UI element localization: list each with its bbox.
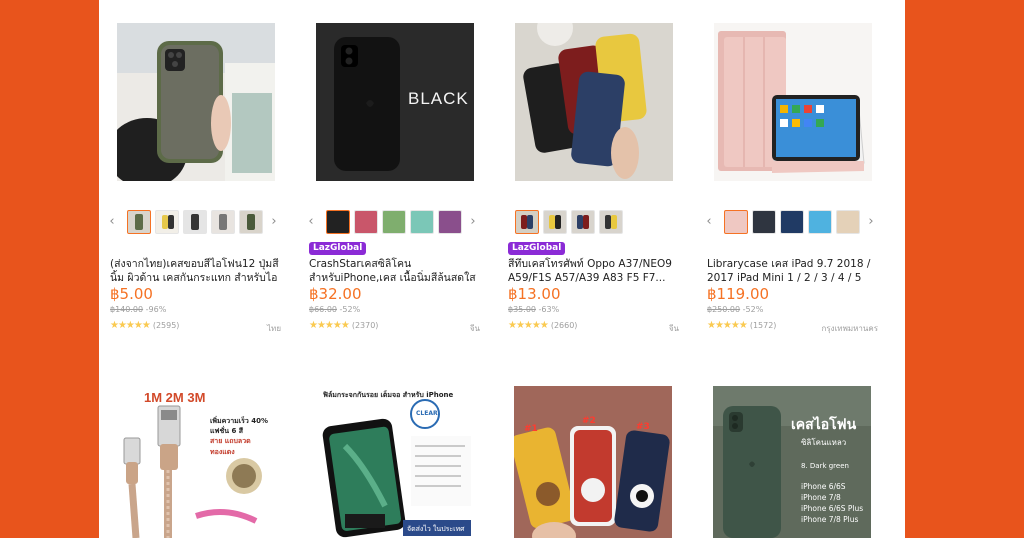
case-label-1: #1 (524, 424, 538, 434)
product-image-cable[interactable]: 1M 2M 3M เพิ่มความเร็ว 40% แฟชั่น 6 สี ส… (116, 386, 274, 538)
seller-location: จีน (469, 324, 480, 333)
review-count: (2370) (351, 321, 379, 330)
strikethrough-price: ฿140.00 (110, 305, 144, 314)
product-image-bear-cases[interactable]: #1 #2 #3 (514, 386, 672, 538)
model-item: iPhone 6/6S Plus (801, 504, 864, 513)
case-label-2: #2 (582, 416, 596, 426)
carousel-prev-arrow[interactable]: ‹ (107, 214, 117, 229)
seller-location: ไทย (267, 324, 281, 333)
carousel-next-arrow[interactable]: › (468, 214, 478, 229)
strikethrough-price: ฿35.00 (508, 305, 536, 314)
green-case-subtitle: ซิลิโคนแหลว (801, 438, 847, 447)
film-tag: จัดส่งไว ในประเทศ (407, 525, 465, 533)
thumbnail-carousel: ‹ › (704, 210, 880, 236)
model-item: iPhone 7/8 (801, 493, 841, 502)
rating: ★★★★★ (1572) (707, 320, 776, 331)
carousel-prev-arrow[interactable]: ‹ (306, 214, 316, 229)
review-count: (2595) (152, 321, 180, 330)
model-item: iPhone 6/6S (801, 482, 846, 491)
lazglobal-badge: LazGlobal (309, 242, 367, 255)
product-image[interactable] (117, 23, 275, 181)
discount-percent: -52% (339, 305, 361, 314)
discount-percent: -63% (538, 305, 560, 314)
star-icons: ★★★★★ (110, 320, 151, 331)
rating: ★★★★★ (2660) (508, 320, 577, 331)
product-title[interactable]: (ส่งจากไทย)เคสขอบสีไอโฟน12 ปุ่มสีนิ้ม ผิ… (110, 257, 282, 285)
thumbnail[interactable] (183, 210, 207, 234)
product-price: ฿32.00 (309, 285, 362, 303)
strikethrough-price: ฿66.00 (309, 305, 337, 314)
product-price: ฿5.00 (110, 285, 153, 303)
thumbnail[interactable] (543, 210, 567, 234)
thumbnail-carousel: ‹ › (107, 210, 283, 236)
star-icons: ★★★★★ (707, 320, 748, 331)
thumbnail[interactable] (155, 210, 179, 234)
rating: ★★★★★ (2595) (110, 320, 179, 331)
discount-percent: -52% (742, 305, 764, 314)
seller-location: จีน (668, 324, 679, 333)
thumbnail-carousel: ‹ › (306, 210, 482, 236)
star-icons: ★★★★★ (508, 320, 549, 331)
rating: ★★★★★ (2370) (309, 320, 378, 331)
original-price: ฿35.00 -63% (508, 305, 559, 314)
thumbnail[interactable] (752, 210, 776, 234)
thumbnail[interactable] (127, 210, 151, 234)
product-title[interactable]: สีทึบเคสโทรศัพท์ Oppo A37/NEO9 A59/F1S A… (508, 257, 680, 285)
product-title[interactable]: CrashStarเคสซิลิโคนสำหรับiPhone,เคส เนื้… (309, 257, 481, 285)
film-brand: CLEAR (416, 410, 438, 417)
star-icons: ★★★★★ (309, 320, 350, 331)
product-title[interactable]: Librarycase เคส iPad 9.7 2018 / 2017 iPa… (707, 257, 879, 285)
seller-location: กรุงเทพมหานคร (821, 324, 878, 333)
carousel-prev-arrow[interactable]: ‹ (704, 214, 714, 229)
thumbnail[interactable] (599, 210, 623, 234)
thumbnail[interactable] (571, 210, 595, 234)
product-image[interactable]: BLACK (316, 23, 474, 181)
thumbnail[interactable] (211, 210, 235, 234)
original-price: ฿250.00 -52% (707, 305, 763, 314)
strikethrough-price: ฿250.00 (707, 305, 741, 314)
thumbnail[interactable] (724, 210, 748, 234)
product-price: ฿13.00 (508, 285, 561, 303)
green-case-color: 8. Dark green (801, 462, 849, 470)
product-image[interactable] (714, 23, 872, 181)
thumbnail[interactable] (515, 210, 539, 234)
carousel-next-arrow[interactable]: › (269, 214, 279, 229)
thumbnail[interactable] (808, 210, 832, 234)
model-item: iPhone 7/8 Plus (801, 515, 859, 524)
product-card[interactable]: ‹ LazGlobal สีทึบเคสโทรศัพท์ Oppo A37/NE… (497, 0, 679, 340)
case-label-3: #3 (636, 422, 650, 432)
green-case-title: เคสไอโฟน (791, 417, 857, 433)
product-price: ฿119.00 (707, 285, 770, 303)
product-card[interactable]: ‹ › Librarycase เคส iPad 9.7 2018 / 2017… (696, 0, 878, 340)
product-card[interactable]: ‹ › (ส่งจากไทย)เคสขอบสีไอโฟน12 ปุ่มสีนิ้… (99, 0, 281, 340)
thumbnail[interactable] (438, 210, 462, 234)
thumbnail[interactable] (326, 210, 350, 234)
product-listing-panel: ‹ › (ส่งจากไทย)เคสขอบสีไอโฟน12 ปุ่มสีนิ้… (99, 0, 905, 538)
product-image-green-case[interactable]: เคสไอโฟน ซิลิโคนแหลว 8. Dark green iPhon… (713, 386, 871, 538)
product-card[interactable]: BLACK ‹ › LazGlobal CrashStarเคสซิลิโคนส… (298, 0, 480, 340)
thumbnail[interactable] (836, 210, 860, 234)
product-image-screen-film[interactable]: ฟิล์มกระจกกันรอย เต็มจอ สำหรับ iPhone CL… (315, 386, 473, 538)
product-image[interactable] (515, 23, 673, 181)
thumbnail[interactable] (354, 210, 378, 234)
lazglobal-badge: LazGlobal (508, 242, 566, 255)
review-count: (1572) (749, 321, 777, 330)
thumbnail[interactable] (780, 210, 804, 234)
image-caption-black: BLACK (408, 89, 469, 108)
original-price: ฿140.00 -96% (110, 305, 166, 314)
thumbnail[interactable] (239, 210, 263, 234)
carousel-next-arrow[interactable]: › (866, 214, 876, 229)
thumbnail[interactable] (382, 210, 406, 234)
thumbnail-carousel: ‹ (505, 210, 681, 236)
review-count: (2660) (550, 321, 578, 330)
discount-percent: -96% (145, 305, 167, 314)
original-price: ฿66.00 -52% (309, 305, 360, 314)
thumbnail[interactable] (410, 210, 434, 234)
